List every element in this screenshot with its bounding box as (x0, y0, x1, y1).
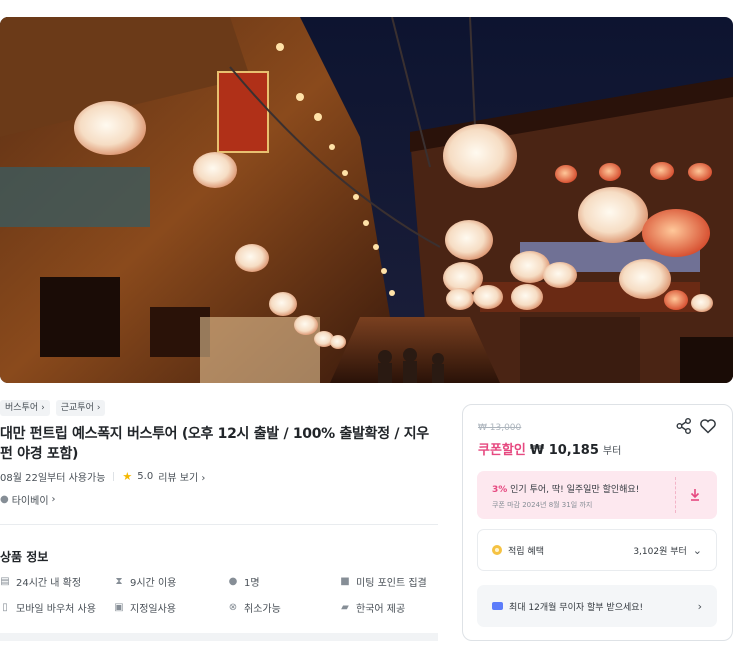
reward-benefit-row[interactable]: 적립 혜택 3,102원 부터 ⌄ (477, 529, 717, 571)
product-summary: 버스투어 › 근교투어 › 대만 펀트립 예스폭지 버스투어 (오후 12시 출발 … (0, 400, 440, 507)
page-title: 대만 펀트립 예스폭지 버스투어 (오후 12시 출발 / 100% 출발확정 … (0, 426, 429, 462)
section-title: 상품 정보 (0, 550, 49, 564)
rating-value: 5.0 (137, 471, 154, 482)
info-label: 9시간 이용 (130, 578, 177, 589)
hourglass-icon: ⧗ (115, 575, 123, 587)
info-item: ⧗ 9시간 이용 (114, 574, 176, 589)
calendar-check-icon: ▣ (114, 601, 124, 613)
chevron-right-icon: › (41, 403, 45, 413)
cancel-icon: ⊗ (228, 601, 238, 613)
section-divider (0, 633, 438, 641)
share-icon[interactable] (675, 417, 693, 435)
chevron-down-icon: ⌄ (692, 543, 702, 557)
info-item: ▣ 지정일사용 (114, 600, 176, 615)
info-label: 모바일 바우처 사용 (16, 604, 96, 615)
promo-deadline: 쿠폰 마감 2024년 8월 31일 까지 (492, 501, 593, 509)
available-date: 08월 22일부터 사용가능 (0, 473, 106, 484)
heart-icon[interactable] (699, 417, 717, 435)
sale-price: ₩ 10,185 (529, 443, 599, 458)
credit-card-icon (492, 602, 503, 610)
breadcrumb: 버스투어 › 근교투어 › (0, 400, 440, 416)
info-label: 1명 (244, 578, 260, 589)
reviews-link[interactable]: 리뷰 보기 › (158, 469, 205, 484)
installment-label: 최대 12개월 무이자 할부 받으세요! (509, 602, 644, 613)
divider (0, 524, 438, 525)
product-meta: 08월 22일부터 사용가능 ★ 5.0 리뷰 보기 › (0, 469, 440, 484)
location-link[interactable]: ● 타이베이 › (0, 492, 440, 507)
info-item: ● 1명 (228, 574, 260, 589)
installment-row[interactable]: 최대 12개월 무이자 할부 받으세요! › (477, 585, 717, 627)
promo-message: 인기 투어, 딱! 일주일만 할인해요! (510, 485, 640, 495)
divider (113, 472, 115, 481)
location-label: 타이베이 (11, 496, 49, 507)
info-label: 24시간 내 확정 (16, 578, 82, 589)
price-suffix: 부터 (602, 446, 622, 457)
info-label: 취소가능 (244, 604, 281, 615)
download-coupon-icon[interactable] (685, 485, 705, 505)
hero-image (0, 17, 733, 383)
info-item: ▯ 모바일 바우처 사용 (0, 600, 96, 615)
reviews-link-label: 리뷰 보기 (158, 473, 199, 484)
price-card: ₩ 13,000 쿠폰할인 ₩ 10,185 부터 3% 인기 투어, 딱! 일… (462, 404, 733, 641)
promo-text: 3% 인기 투어, 딱! 일주일만 할인해요! (492, 482, 639, 495)
chevron-right-icon: › (96, 403, 101, 413)
reward-value: 3,102원 부터 (633, 546, 687, 557)
calendar-icon: ▤ (0, 575, 10, 587)
coupon-discount-label: 쿠폰할인 (478, 443, 526, 458)
bus-icon: ■ (340, 575, 350, 587)
info-label: 미팅 포인트 집결 (356, 578, 427, 589)
promo-rate: 3% (492, 485, 508, 495)
info-item: ▤ 24시간 내 확정 (0, 574, 81, 589)
chevron-right-icon: › (697, 599, 702, 613)
divider (675, 477, 676, 513)
original-price: ₩ 13,000 (478, 423, 522, 433)
language-icon: ▰ (341, 601, 349, 613)
phone-icon: ▯ (2, 601, 8, 613)
info-item: ▰ 한국어 제공 (340, 600, 405, 615)
info-label: 한국어 제공 (356, 604, 406, 615)
breadcrumb-item[interactable]: 버스투어 › (0, 400, 50, 416)
coin-icon (492, 545, 502, 555)
chevron-right-icon: › (51, 494, 56, 505)
breadcrumb-label: 버스투어 (5, 403, 39, 413)
info-item: ■ 미팅 포인트 집결 (340, 574, 427, 589)
location-pin-icon: ● (0, 494, 9, 505)
breadcrumb-label: 근교투어 (60, 403, 94, 413)
price-row: 쿠폰할인 ₩ 10,185 부터 (478, 439, 621, 458)
person-icon: ● (228, 575, 238, 587)
info-item: ⊗ 취소가능 (228, 600, 281, 615)
info-label: 지정일사용 (130, 604, 176, 615)
star-icon: ★ (122, 470, 133, 483)
breadcrumb-item[interactable]: 근교투어 › (55, 400, 106, 416)
reward-label: 적립 혜택 (508, 546, 544, 557)
coupon-promo-banner: 3% 인기 투어, 딱! 일주일만 할인해요! 쿠폰 마감 2024년 8월 3… (477, 471, 717, 519)
